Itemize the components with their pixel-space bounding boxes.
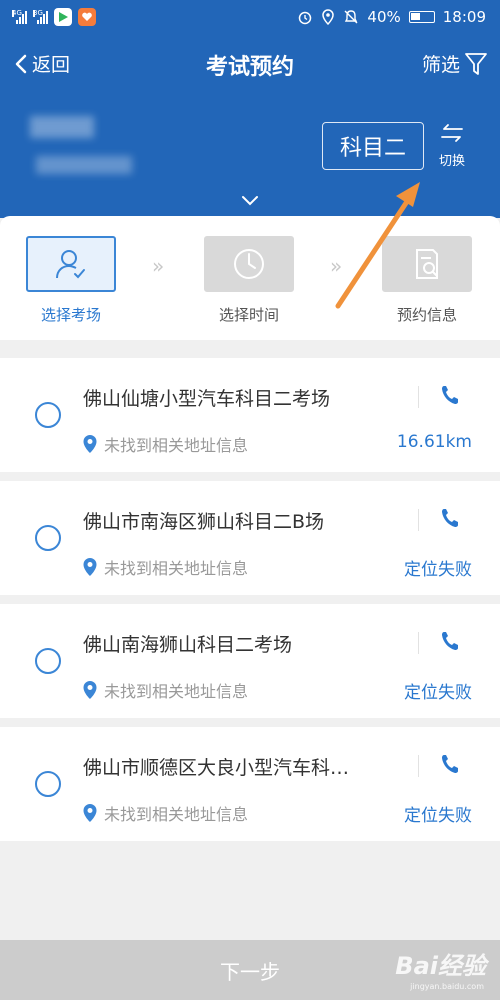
- divider: [418, 509, 419, 531]
- top-nav: 返回 考试预约 筛选: [0, 36, 500, 94]
- step-label-info: 预约信息: [396, 306, 457, 324]
- venue-distance: 定位失败: [404, 560, 472, 580]
- blurred-id: [36, 156, 132, 174]
- phone-icon[interactable]: [440, 753, 460, 775]
- step-arrow-2: »: [330, 254, 343, 278]
- play-store-icon: [54, 8, 72, 26]
- chevron-left-icon: [15, 54, 27, 73]
- step-box-venue: [26, 236, 116, 292]
- phone-icon[interactable]: [440, 507, 460, 529]
- step-indicator: 选择考场 » 选择时间 » 预约信息: [0, 216, 500, 340]
- address-text: 未找到相关地址信息: [104, 559, 249, 578]
- map-pin-icon: [83, 804, 97, 822]
- map-pin-icon: [83, 681, 97, 699]
- clock-icon: [234, 249, 264, 279]
- back-button[interactable]: 返回: [14, 50, 70, 77]
- watermark-url: jingyan.baidu.com: [410, 982, 484, 991]
- user-check-icon: [56, 250, 85, 279]
- mute-icon: [344, 10, 358, 24]
- swap-arrows-icon: [441, 124, 463, 142]
- map-pin-icon: [83, 435, 97, 453]
- signal-icon-2: 3G: [33, 10, 48, 24]
- venue-radio[interactable]: [35, 648, 61, 674]
- phone-icon[interactable]: [440, 384, 460, 406]
- battery-percent: 40%: [367, 8, 401, 26]
- venue-name: 佛山市顺德区大良小型汽车科…: [83, 757, 350, 779]
- switch-button[interactable]: 切换: [432, 122, 472, 169]
- venue-address: 未找到相关地址信息: [82, 432, 248, 456]
- status-left: 4G 3G: [12, 8, 96, 26]
- venue-radio[interactable]: [35, 525, 61, 551]
- venue-radio[interactable]: [35, 771, 61, 797]
- clock: 18:09: [442, 8, 486, 26]
- venue-address: 未找到相关地址信息: [82, 555, 248, 579]
- venue-distance: 16.61km: [396, 432, 472, 452]
- address-text: 未找到相关地址信息: [104, 805, 249, 824]
- step-box-info: [382, 236, 472, 292]
- venue-distance: 定位失败: [404, 806, 472, 826]
- funnel-icon: [465, 52, 487, 75]
- battery-icon: [408, 11, 435, 23]
- status-right: 40% 18:09: [297, 8, 486, 26]
- alarm-icon: [299, 11, 312, 25]
- account-panel: 科目二 切换: [0, 94, 500, 218]
- venue-address: 未找到相关地址信息: [82, 801, 248, 825]
- step-label-time: 选择时间: [218, 306, 279, 324]
- divider: [418, 632, 419, 654]
- divider: [418, 386, 419, 408]
- venue-name: 佛山仙塘小型汽车科目二考场: [83, 388, 331, 410]
- venue-item-2[interactable]: 佛山市南海区狮山科目二B场 未找到相关地址信息 定位失败: [0, 481, 500, 595]
- step-select-time[interactable]: 选择时间: [194, 236, 304, 325]
- step-label-venue: 选择考场: [40, 306, 101, 324]
- phone-icon[interactable]: [440, 630, 460, 652]
- status-bar: 4G 3G 40% 18:09: [0, 0, 500, 36]
- venue-address: 未找到相关地址信息: [82, 678, 248, 702]
- app-notification-icon: [78, 8, 96, 26]
- map-pin-icon: [83, 558, 97, 576]
- venue-name: 佛山市南海区狮山科目二B场: [83, 511, 325, 533]
- subject-label: 科目二: [339, 136, 406, 161]
- back-label: 返回: [32, 54, 71, 76]
- filter-label: 筛选: [421, 54, 460, 76]
- step-arrow-1: »: [152, 254, 165, 278]
- blurred-name: [30, 116, 94, 138]
- document-search-icon: [416, 249, 438, 279]
- venue-distance: 定位失败: [404, 683, 472, 703]
- step-booking-info[interactable]: 预约信息: [372, 236, 482, 325]
- venue-radio[interactable]: [35, 402, 61, 428]
- divider: [418, 755, 419, 777]
- watermark-logo: Bai经验: [395, 952, 486, 980]
- address-text: 未找到相关地址信息: [104, 436, 249, 455]
- venue-item-3[interactable]: 佛山南海狮山科目二考场 未找到相关地址信息 定位失败: [0, 604, 500, 718]
- subject-selector[interactable]: 科目二: [322, 122, 424, 170]
- filter-button[interactable]: 筛选: [422, 50, 488, 77]
- step-box-time: [204, 236, 294, 292]
- chevron-down-icon[interactable]: [240, 194, 260, 208]
- next-step-label: 下一步: [220, 959, 280, 984]
- venue-item-4[interactable]: 佛山市顺德区大良小型汽车科… 未找到相关地址信息 定位失败: [0, 727, 500, 841]
- address-text: 未找到相关地址信息: [104, 682, 249, 701]
- network-type-2: 3G: [33, 9, 43, 17]
- location-icon: [322, 9, 335, 25]
- network-type-1: 4G: [12, 9, 22, 17]
- switch-label: 切换: [438, 154, 465, 169]
- step-select-venue[interactable]: 选择考场: [16, 236, 126, 325]
- venue-item-1[interactable]: 佛山仙塘小型汽车科目二考场 未找到相关地址信息 16.61km: [0, 358, 500, 472]
- venue-name: 佛山南海狮山科目二考场: [83, 634, 293, 656]
- signal-icon-1: 4G: [12, 10, 27, 24]
